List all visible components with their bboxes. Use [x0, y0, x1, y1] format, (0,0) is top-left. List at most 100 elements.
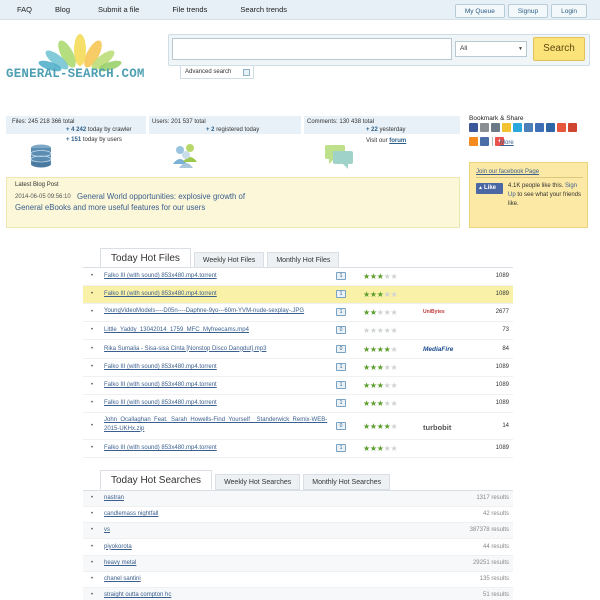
blogger-share-icon[interactable] — [469, 137, 478, 146]
nav-blog[interactable]: Blog — [55, 0, 70, 20]
users-registered-count: + 2 — [206, 127, 215, 133]
star-icon: ★ — [369, 381, 377, 390]
print-share-icon[interactable] — [480, 123, 489, 132]
file-name-link[interactable]: YoungVideoModels----D05n----Daphne-9yo--… — [104, 307, 334, 316]
nav-file-trends[interactable]: File trends — [172, 0, 207, 20]
file-name-link[interactable]: Falko III (with sound) 853x480.mp4.torre… — [104, 273, 217, 279]
facebook-divider — [476, 177, 583, 178]
delicious-share-icon[interactable] — [568, 123, 577, 132]
file-tabs: Today Hot Files Weekly Hot Files Monthly… — [100, 248, 340, 268]
comment-count-icon[interactable]: 1 — [336, 363, 346, 371]
row-bullet: • — [91, 345, 94, 352]
file-row: • Falko III (with sound) 853x480.mp4.torr… — [83, 377, 513, 395]
chevron-down-icon: ▼ — [518, 46, 523, 52]
download-count: 84 — [502, 345, 509, 352]
file-host-logo: turbobit — [423, 422, 452, 432]
search-query-link[interactable]: vs — [104, 527, 110, 533]
comment-count-icon[interactable]: 1 — [336, 290, 346, 298]
comments-label: Comments: — [307, 119, 338, 125]
star-icon: ★ — [390, 399, 398, 408]
tab-weekly-hot-searches[interactable]: Weekly Hot Searches — [215, 474, 301, 490]
file-host-logo: UniBytes — [423, 309, 445, 315]
search-query-link[interactable]: piyokorota — [104, 544, 132, 550]
star-icon: ★ — [383, 399, 391, 408]
tab-weekly-hot-files[interactable]: Weekly Hot Files — [193, 252, 265, 268]
tab-monthly-hot-searches[interactable]: Monthly Hot Searches — [303, 474, 391, 490]
file-name-link[interactable]: Falko III (with sound) 853x480.mp4.torre… — [104, 445, 217, 451]
favorites-share-icon[interactable] — [502, 123, 511, 132]
search-query-link[interactable]: straight outta compton hc — [104, 592, 171, 598]
blog-post-link[interactable]: General World opportunities: explosive g… — [15, 192, 245, 213]
comment-count-icon[interactable]: 1 — [336, 381, 346, 389]
download-count: 2677 — [495, 309, 509, 315]
star-icon: ★ — [383, 308, 391, 317]
bookmark-share: Bookmark & Share + More — [469, 115, 593, 146]
star-icon: ★ — [369, 444, 377, 453]
search-button[interactable]: Search — [533, 37, 585, 61]
email-share-icon[interactable] — [491, 123, 500, 132]
search-query-link[interactable]: candlemass nightfall — [104, 511, 158, 517]
rating-stars: ★★★★★ — [363, 309, 399, 317]
row-bullet: • — [91, 445, 94, 451]
login-button[interactable]: Login — [551, 4, 587, 18]
tab-today-hot-files[interactable]: Today Hot Files — [100, 248, 191, 268]
download-count: 1089 — [495, 364, 509, 370]
advanced-search-toggle[interactable]: Advanced search — [180, 66, 254, 79]
file-name-link[interactable]: Little_Yaddy_13042014_1759_MFC_Myfreecam… — [104, 327, 249, 333]
blog-label: Latest Blog Post — [15, 182, 59, 188]
comment-count-icon[interactable]: 0 — [336, 326, 346, 334]
category-select-value: All — [460, 45, 468, 52]
search-result-count: 387378 results — [469, 527, 509, 534]
row-bullet: • — [91, 309, 94, 315]
rating-stars: ★★★★★ — [363, 345, 399, 354]
comment-count-icon[interactable]: 1 — [336, 308, 346, 316]
comments-yesterday-text: yesterday — [379, 127, 406, 133]
nav-submit-file[interactable]: Submit a file — [98, 0, 139, 20]
file-name-link[interactable]: John_Ocallaghan_Feat._Sarah_Howells-Find… — [104, 416, 334, 433]
comment-count-icon[interactable]: 1 — [336, 444, 346, 452]
tab-monthly-hot-files[interactable]: Monthly Hot Files — [267, 252, 340, 268]
comment-count-icon[interactable]: 0 — [336, 421, 346, 430]
twitter-share-icon[interactable] — [513, 123, 522, 132]
file-name-link[interactable]: Falko III (with sound) 853x480.mp4.torre… — [104, 400, 217, 406]
search-input[interactable] — [172, 38, 452, 60]
category-select[interactable]: All ▼ — [455, 41, 527, 57]
star-icon: ★ — [376, 326, 384, 335]
star-icon: ★ — [363, 399, 370, 408]
row-bullet: • — [91, 291, 94, 297]
my-queue-button[interactable]: My Queue — [454, 4, 505, 18]
files-users-count: + 151 — [66, 137, 82, 143]
comment-count-icon[interactable]: 0 — [336, 344, 346, 353]
file-name-link[interactable]: Rika Sumalia - Sisa-sisa Cinta [Nonstop … — [104, 346, 266, 352]
row-bullet: • — [91, 400, 94, 406]
facebook-like-button[interactable]: Like — [476, 183, 503, 194]
file-row: • Falko III (with sound) 853x480.mp4.torr… — [83, 268, 513, 286]
file-row: • Falko III (with sound) 853x480.mp4.torr… — [83, 286, 513, 304]
forum-link[interactable]: forum — [389, 138, 406, 144]
comment-count-icon[interactable]: 1 — [336, 399, 346, 407]
reader-share-icon[interactable] — [480, 137, 489, 146]
star-icon: ★ — [390, 308, 398, 317]
myspace-share-icon[interactable] — [524, 123, 533, 132]
digg-share-icon[interactable] — [546, 123, 555, 132]
file-name-link[interactable]: Falko III (with sound) 853x480.mp4.torre… — [104, 291, 217, 297]
search-query-link[interactable]: nastran — [104, 495, 124, 501]
facebook-page-link[interactable]: Join our facebook Page — [476, 169, 539, 175]
search-query-link[interactable]: heavy metal — [104, 560, 136, 566]
comments-stat: Comments: 130 438 total + 22 yesterday V… — [304, 116, 460, 178]
star-icon: ★ — [376, 444, 384, 453]
file-name-link[interactable]: Falko III (with sound) 853x480.mp4.torre… — [104, 382, 217, 388]
stumbleupon-share-icon[interactable] — [557, 123, 566, 132]
google-share-icon[interactable] — [535, 123, 544, 132]
tab-today-hot-searches[interactable]: Today Hot Searches — [100, 470, 213, 490]
rating-stars: ★★★★★ — [363, 400, 399, 408]
signup-button[interactable]: Signup — [507, 4, 549, 18]
search-query-link[interactable]: chanel santini — [104, 576, 141, 582]
advanced-search-label: Advanced search — [185, 69, 232, 75]
more-share-link[interactable]: More — [500, 140, 514, 146]
nav-faq[interactable]: FAQ — [17, 0, 32, 20]
nav-search-trends[interactable]: Search trends — [240, 0, 287, 20]
facebook-share-icon[interactable] — [469, 123, 478, 132]
comment-count-icon[interactable]: 1 — [336, 272, 346, 280]
file-name-link[interactable]: Falko III (with sound) 853x480.mp4.torre… — [104, 364, 217, 370]
